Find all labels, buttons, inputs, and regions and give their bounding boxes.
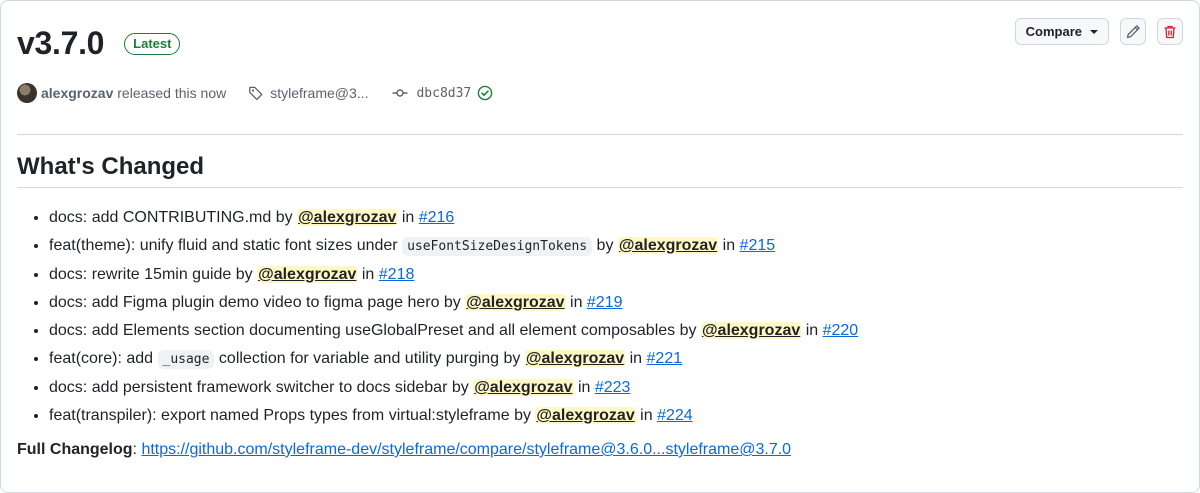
author-link[interactable]: alexgrozav (41, 85, 113, 101)
pull-request-link[interactable]: #215 (740, 237, 776, 254)
changes-list: docs: add CONTRIBUTING.md by @alexgrozav… (17, 204, 858, 430)
tag-icon (248, 85, 264, 101)
user-mention-link[interactable]: @alexgrozav (473, 379, 574, 396)
avatar[interactable] (17, 83, 37, 103)
change-text: in (718, 237, 740, 254)
pencil-icon (1125, 24, 1141, 40)
tag-link[interactable]: styleframe@3... (270, 85, 368, 101)
user-mention-link[interactable]: @alexgrozav (535, 407, 636, 424)
pull-request-link[interactable]: #218 (379, 266, 415, 283)
user-mention-link[interactable]: @alexgrozav (700, 322, 802, 339)
compare-button[interactable]: Compare (1014, 18, 1109, 45)
change-item: feat(core): add _usage collection for va… (49, 345, 858, 374)
full-changelog-link[interactable]: https://github.com/styleframe-dev/stylef… (141, 441, 791, 458)
header-divider (17, 134, 1183, 135)
change-item: docs: rewrite 15min guide by @alexgrozav… (49, 261, 858, 289)
release-header: v3.7.0 Latest (17, 23, 181, 63)
full-changelog-label: Full Changelog (17, 441, 133, 458)
release-card: v3.7.0 Latest Compare alexgrozav release… (0, 0, 1200, 493)
change-item: docs: add CONTRIBUTING.md by @alexgrozav… (49, 204, 858, 232)
section-divider (17, 187, 1183, 188)
release-version[interactable]: v3.7.0 (17, 23, 104, 63)
latest-badge: Latest (124, 33, 181, 55)
change-text: in (625, 350, 647, 367)
change-text: in (565, 294, 587, 311)
user-mention-link[interactable]: @alexgrozav (617, 237, 719, 254)
delete-button[interactable] (1157, 18, 1183, 45)
pull-request-link[interactable]: #220 (823, 322, 859, 339)
compare-label: Compare (1025, 24, 1082, 39)
commit-link[interactable]: dbc8d37 (416, 86, 471, 101)
change-text: feat(theme): unify fluid and static font… (49, 237, 403, 254)
pull-request-link[interactable]: #221 (647, 350, 683, 367)
inline-code: useFontSizeDesignTokens (402, 237, 593, 256)
change-item: docs: add persistent framework switcher … (49, 374, 858, 402)
edit-button[interactable] (1120, 18, 1146, 45)
release-time-text: released this now (117, 85, 227, 101)
user-mention-link[interactable]: @alexgrozav (524, 350, 626, 367)
section-title: What's Changed (17, 153, 205, 180)
change-item: feat(theme): unify fluid and static font… (49, 232, 858, 261)
change-text: in (635, 407, 658, 424)
change-text: in (397, 209, 419, 226)
change-text: docs: add Figma plugin demo video to fig… (49, 294, 466, 311)
change-text: feat(transpiler): export named Props typ… (49, 407, 536, 424)
full-changelog: Full Changelog: https://github.com/style… (17, 438, 791, 462)
change-text: by (592, 237, 618, 254)
change-item: feat(transpiler): export named Props typ… (49, 402, 858, 430)
pull-request-link[interactable]: #224 (657, 407, 693, 424)
user-mention-link[interactable]: @alexgrozav (297, 209, 398, 226)
change-text: docs: add Elements section documenting u… (49, 322, 701, 339)
user-mention-link[interactable]: @alexgrozav (257, 266, 358, 283)
user-mention-link[interactable]: @alexgrozav (465, 294, 566, 311)
pull-request-link[interactable]: #219 (587, 294, 623, 311)
change-text: docs: rewrite 15min guide by (49, 266, 258, 283)
check-circle-icon[interactable] (477, 85, 493, 101)
change-text: feat(core): add (49, 350, 158, 367)
change-text: in (573, 379, 595, 396)
change-text: collection for variable and utility purg… (214, 350, 525, 367)
change-text: in (357, 266, 379, 283)
change-item: docs: add Elements section documenting u… (49, 317, 858, 345)
caret-down-icon (1090, 29, 1098, 34)
change-text: docs: add persistent framework switcher … (49, 379, 474, 396)
change-item: docs: add Figma plugin demo video to fig… (49, 289, 858, 317)
release-meta: alexgrozav released this now styleframe@… (17, 83, 493, 103)
inline-code: _usage (157, 350, 215, 369)
trash-icon (1162, 24, 1178, 40)
release-actions: Compare (1014, 18, 1183, 45)
commit-icon (392, 85, 408, 101)
pull-request-link[interactable]: #223 (595, 379, 631, 396)
change-text: in (801, 322, 823, 339)
pull-request-link[interactable]: #216 (419, 209, 455, 226)
change-text: docs: add CONTRIBUTING.md by (49, 209, 298, 226)
